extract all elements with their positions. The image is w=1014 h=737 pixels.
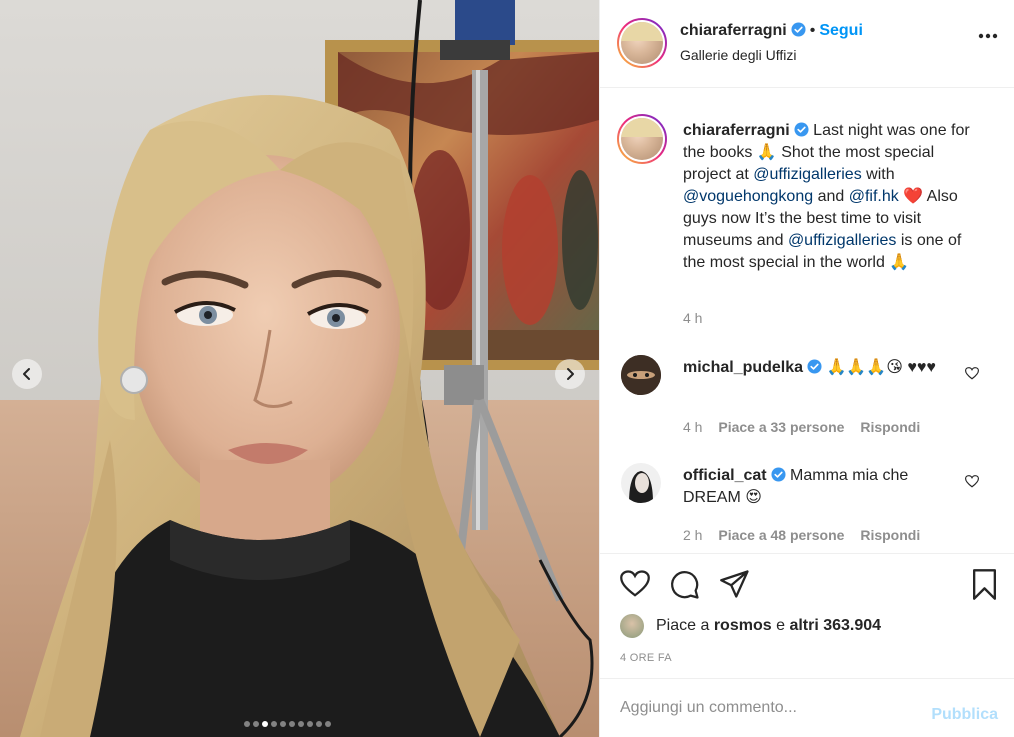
caption-username[interactable]: chiaraferragni: [683, 122, 790, 139]
carousel-dot: [325, 721, 331, 727]
bookmark-icon[interactable]: [971, 569, 998, 600]
reply-button[interactable]: Rispondi: [860, 527, 920, 543]
comment-time[interactable]: 2 h: [683, 527, 702, 543]
carousel-dots: [244, 721, 331, 727]
carousel-dot: [253, 721, 259, 727]
comment-input[interactable]: [620, 699, 910, 717]
photo-scene: [0, 0, 599, 737]
comment-meta: 4 h Piace a 33 persone Rispondi: [683, 419, 932, 435]
heart-icon[interactable]: [965, 475, 979, 488]
mention-link[interactable]: @uffizigalleries: [753, 166, 861, 183]
post-header: chiaraferragni • Segui Gallerie degli Uffi…: [600, 0, 1014, 88]
verified-badge-icon: [794, 122, 809, 137]
caption-time[interactable]: 4 h: [683, 310, 702, 326]
comment-text: official_cat Mamma mia che DREAM 😍: [683, 465, 963, 509]
mention-link[interactable]: @uffizigalleries: [788, 232, 896, 249]
heart-icon[interactable]: [965, 367, 979, 380]
caption-fragment: and: [813, 188, 849, 205]
post-sidebar: chiaraferragni • Segui Gallerie degli Uffi…: [599, 0, 1014, 737]
more-options-icon[interactable]: [978, 33, 998, 39]
chevron-left-icon: [23, 368, 30, 380]
carousel-dot: [244, 721, 250, 727]
carousel-dot: [271, 721, 277, 727]
verified-badge-icon: [791, 22, 806, 37]
comments-section: chiaraferragni Last night was one for th…: [600, 89, 1014, 553]
carousel-dot: [280, 721, 286, 727]
mention-link[interactable]: @voguehongkong: [683, 188, 813, 205]
chevron-right-icon: [567, 368, 574, 380]
comment-icon[interactable]: [670, 570, 700, 600]
header-author: chiaraferragni • Segui: [680, 22, 863, 40]
comment-time[interactable]: 4 h: [683, 419, 702, 435]
comment-meta: 2 h Piace a 48 persone Rispondi: [683, 527, 932, 543]
comment-username[interactable]: official_cat: [683, 467, 767, 484]
post-timestamp[interactable]: 4 ORE FA: [620, 652, 672, 664]
reply-button[interactable]: Rispondi: [860, 419, 920, 435]
post-photo[interactable]: [0, 0, 599, 737]
liker-avatar[interactable]: [620, 614, 644, 638]
post-location[interactable]: Gallerie degli Uffizi: [680, 47, 796, 63]
carousel-dot: [262, 721, 268, 727]
carousel-dot: [316, 721, 322, 727]
publish-button[interactable]: Pubblica: [931, 706, 998, 724]
carousel-prev-button[interactable]: [12, 359, 42, 389]
separator-dot: •: [809, 22, 816, 39]
verified-badge-icon: [807, 359, 822, 374]
share-icon[interactable]: [720, 570, 750, 598]
comment-text: michal_pudelka 🙏🙏🙏😘 ♥♥♥: [683, 357, 963, 379]
comment-likes-button[interactable]: Piace a 33 persone: [718, 419, 844, 435]
caption-fragment: with: [861, 166, 895, 183]
comment-likes-button[interactable]: Piace a 48 persone: [718, 527, 844, 543]
liker-username[interactable]: rosmos: [714, 617, 772, 635]
mention-link[interactable]: @fif.hk: [849, 188, 899, 205]
likes-summary: Piace a rosmos e altri 363.904: [620, 614, 881, 638]
author-avatar[interactable]: [617, 18, 667, 68]
heart-icon[interactable]: [620, 570, 650, 598]
carousel-dot: [289, 721, 295, 727]
caption-text: chiaraferragni Last night was one for th…: [683, 120, 983, 274]
carousel-dot: [307, 721, 313, 727]
likes-prefix: Piace a: [656, 617, 710, 634]
likes-others-button[interactable]: altri 363.904: [789, 617, 881, 635]
post-actions: Piace a rosmos e altri 363.904 4 ORE FA: [600, 553, 1014, 678]
author-username[interactable]: chiaraferragni: [680, 22, 787, 39]
verified-badge-icon: [771, 467, 786, 482]
follow-button[interactable]: Segui: [819, 22, 863, 39]
commenter-avatar[interactable]: [621, 463, 661, 503]
add-comment-bar: Pubblica: [600, 678, 1014, 737]
likes-middle: e: [776, 617, 785, 634]
comment-body: 🙏🙏🙏😘 ♥♥♥: [826, 359, 936, 376]
caption-avatar[interactable]: [617, 114, 667, 164]
commenter-avatar[interactable]: [621, 355, 661, 395]
comment-username[interactable]: michal_pudelka: [683, 359, 803, 376]
carousel-next-button[interactable]: [555, 359, 585, 389]
carousel-dot: [298, 721, 304, 727]
